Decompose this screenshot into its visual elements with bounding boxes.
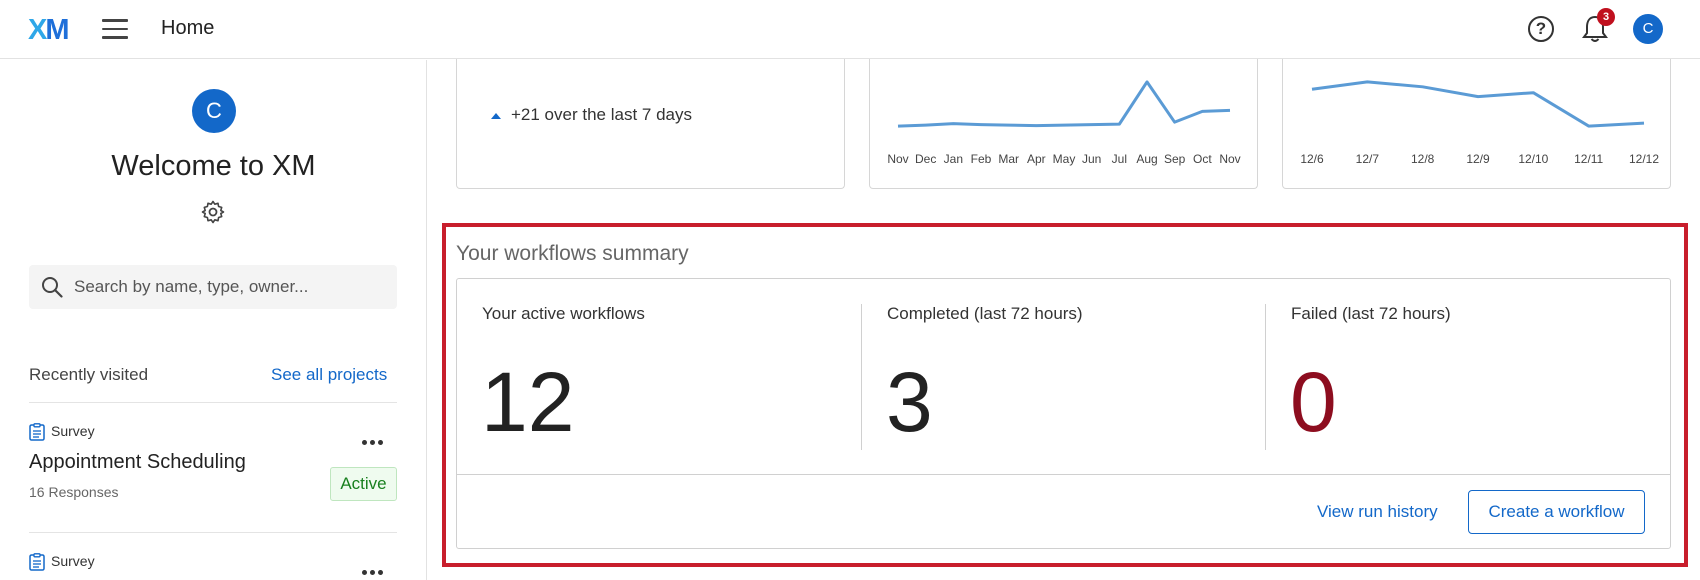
- workflows-footer: View run history Create a workflow: [457, 474, 1670, 549]
- survey-icon: [29, 423, 45, 442]
- xm-logo[interactable]: XM: [28, 14, 70, 47]
- create-workflow-button[interactable]: Create a workflow: [1468, 490, 1645, 534]
- sidebar: C Welcome to XM Recently visited See all…: [0, 60, 427, 580]
- user-avatar[interactable]: C: [1633, 14, 1663, 44]
- list-item-responses: 16 Responses: [29, 484, 119, 500]
- failed-workflows-label: Failed (last 72 hours): [1291, 304, 1451, 323]
- divider: [29, 532, 397, 533]
- status-badge: Active: [330, 467, 397, 501]
- notification-count-badge: 3: [1597, 8, 1615, 26]
- trend-up-icon: [491, 112, 501, 119]
- list-item-type: Survey: [29, 553, 95, 572]
- workflows-summary-card: Your active workflows 12 Completed (last…: [456, 278, 1671, 549]
- x-tick-label: Apr: [1027, 152, 1046, 166]
- x-tick-label: 12/11: [1574, 152, 1603, 166]
- x-tick-label: 12/8: [1411, 152, 1435, 166]
- more-options-icon[interactable]: [362, 432, 388, 445]
- x-tick-label: 12/6: [1300, 152, 1324, 166]
- x-tick-label: Jul: [1112, 152, 1127, 166]
- x-tick-label: 12/12: [1629, 152, 1659, 166]
- see-all-projects-link[interactable]: See all projects: [271, 365, 387, 385]
- search-icon: [42, 277, 63, 298]
- x-tick-label: May: [1053, 152, 1076, 166]
- logo-x: X: [28, 14, 47, 46]
- x-tick-label: Sep: [1164, 152, 1186, 166]
- page-title: Home: [161, 17, 215, 39]
- active-workflows-label: Your active workflows: [482, 304, 645, 323]
- trend-text: +21 over the last 7 days: [491, 105, 692, 125]
- recently-visited-label: Recently visited: [29, 365, 149, 384]
- x-tick-label: 12/9: [1466, 152, 1490, 166]
- failed-workflows-stat: Failed (last 72 hours) 0: [1265, 304, 1670, 450]
- list-item-title[interactable]: Appointment Scheduling: [29, 451, 246, 474]
- survey-icon: [29, 553, 45, 572]
- divider: [29, 402, 397, 403]
- workflows-summary-title: Your workflows summary: [456, 242, 689, 265]
- x-tick-label: Jan: [944, 152, 963, 166]
- gear-icon[interactable]: [201, 200, 225, 224]
- series-line: [897, 80, 1231, 128]
- item-type-label: Survey: [51, 553, 95, 569]
- welcome-heading: Welcome to XM: [111, 150, 316, 182]
- x-tick-label: Oct: [1193, 152, 1212, 166]
- monthly-line-chart: Nov Dec Jan Feb Mar Apr May Jun Jul Aug Sep Oct Nov: [887, 80, 1241, 166]
- more-options-icon[interactable]: [362, 562, 388, 575]
- item-type-label: Survey: [51, 423, 95, 439]
- search-box: [29, 265, 397, 309]
- x-tick-label: Nov: [1219, 152, 1240, 166]
- series-line: [1311, 80, 1645, 128]
- top-bar: XM Home ? 3 C: [0, 0, 1700, 59]
- completed-workflows-label: Completed (last 72 hours): [887, 304, 1083, 323]
- search-input[interactable]: [74, 265, 389, 309]
- completed-workflows-count: 3: [886, 355, 933, 449]
- daily-line-chart: 12/6 12/7 12/8 12/9 12/10 12/11 12/12: [1300, 80, 1659, 166]
- metric-card: +21 over the last 7 days: [456, 59, 845, 189]
- help-icon[interactable]: ?: [1528, 16, 1554, 42]
- x-tick-label: Jun: [1082, 152, 1101, 166]
- hamburger-menu-icon[interactable]: [102, 19, 128, 39]
- chart-card-daily: 12/6 12/7 12/8 12/9 12/10 12/11 12/12: [1282, 59, 1671, 189]
- x-tick-label: 12/7: [1356, 152, 1380, 166]
- trend-label: +21 over the last 7 days: [511, 105, 692, 124]
- chart-card-monthly: Nov Dec Jan Feb Mar Apr May Jun Jul Aug Sep Oct Nov: [869, 59, 1258, 189]
- x-tick-label: Dec: [915, 152, 936, 166]
- x-tick-label: Nov: [887, 152, 908, 166]
- x-tick-label: Mar: [998, 152, 1019, 166]
- completed-workflows-stat: Completed (last 72 hours) 3: [861, 304, 1265, 450]
- failed-workflows-count: 0: [1290, 355, 1337, 449]
- x-tick-label: 12/10: [1518, 152, 1548, 166]
- logo-m: M: [45, 14, 69, 46]
- active-workflows-count: 12: [481, 355, 575, 449]
- x-tick-label: Feb: [971, 152, 992, 166]
- active-workflows-stat: Your active workflows 12: [457, 279, 861, 474]
- x-tick-label: Aug: [1136, 152, 1157, 166]
- list-item-type: Survey: [29, 423, 95, 442]
- profile-avatar: C: [192, 89, 236, 133]
- view-run-history-link[interactable]: View run history: [1317, 502, 1438, 522]
